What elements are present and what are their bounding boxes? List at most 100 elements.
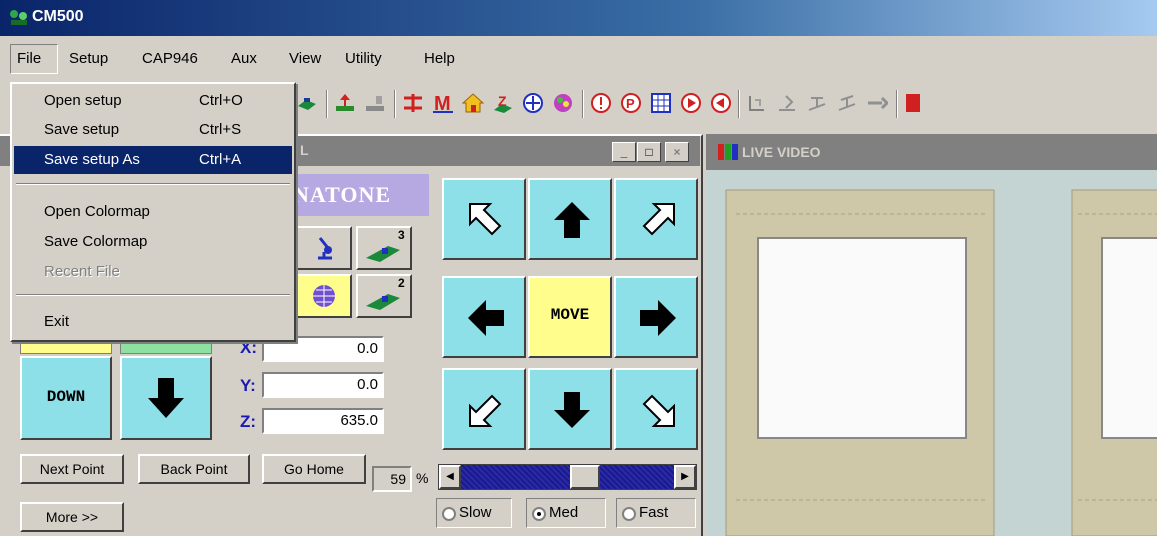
maximize-button[interactable]: □	[637, 142, 661, 162]
menu-separator	[16, 294, 290, 296]
menu-cap946[interactable]: CAP946	[142, 50, 198, 67]
stop-icon[interactable]	[902, 92, 924, 114]
microscope-icon	[318, 237, 332, 260]
tool-icon-3[interactable]	[836, 92, 858, 114]
percent-label: %	[416, 470, 429, 486]
speed-mode-group: Slow Med Fast	[436, 496, 698, 530]
speed-slider[interactable]: ◀ ▶	[438, 464, 697, 490]
alert-icon[interactable]	[590, 92, 612, 114]
globe-button[interactable]	[296, 274, 352, 318]
menu-utility[interactable]: Utility	[345, 50, 382, 67]
stage-badge: 2	[398, 276, 405, 290]
speed-percent-field[interactable]: 59	[372, 466, 412, 492]
z-down-button[interactable]: DOWN	[20, 356, 112, 440]
app-icon	[10, 10, 27, 25]
live-video-window: LIVE VIDEO	[706, 134, 1157, 536]
speed-med-radio[interactable]: Med	[526, 498, 606, 528]
z-axis-icon[interactable]: Z	[492, 92, 514, 114]
tool-icon-4[interactable]	[866, 92, 888, 114]
arrow-left-icon	[468, 300, 504, 336]
target-icon[interactable]	[522, 92, 544, 114]
menu-item-label: Exit	[44, 313, 70, 330]
move-down-left-button[interactable]	[442, 368, 526, 450]
camera-icon[interactable]	[296, 92, 318, 114]
video-icon	[718, 144, 738, 160]
slider-thumb[interactable]	[570, 465, 600, 489]
fast-radio-dot	[622, 507, 636, 521]
align-icon[interactable]	[402, 92, 424, 114]
menu-bar: File Setup CAP946 Aux View Utility Help	[0, 44, 1157, 74]
control-panel-title: L	[300, 142, 309, 158]
menu-setup[interactable]: Setup	[69, 50, 108, 67]
menu-item-shortcut: Ctrl+A	[199, 151, 242, 168]
menu-aux[interactable]: Aux	[231, 50, 257, 67]
menu-help[interactable]: Help	[424, 50, 455, 67]
menu-item-save-setup[interactable]: Save setup Ctrl+S	[14, 116, 292, 144]
measure-icon[interactable]: M	[432, 92, 454, 114]
video-feed[interactable]	[706, 170, 1157, 536]
arrow-down-right-icon	[642, 394, 675, 427]
menu-item-exit[interactable]: Exit	[14, 308, 292, 336]
toolbar-separator	[326, 90, 328, 118]
y-value[interactable]: 0.0	[262, 372, 384, 398]
colormap-icon[interactable]	[552, 92, 574, 114]
move-down-button[interactable]	[528, 368, 612, 450]
menu-item-save-setup-as[interactable]: Save setup As Ctrl+A	[14, 146, 292, 174]
menu-item-save-colormap[interactable]: Save Colormap	[14, 228, 292, 256]
arrow-up-icon	[554, 202, 590, 238]
menu-item-open-colormap[interactable]: Open Colormap	[14, 198, 292, 226]
arrow-down-icon	[148, 378, 184, 418]
menu-item-label: Save Colormap	[44, 233, 148, 250]
tool-icon-2[interactable]	[806, 92, 828, 114]
go-home-button[interactable]: Go Home	[262, 454, 366, 484]
tool-icon-1[interactable]	[776, 92, 798, 114]
grid-icon[interactable]	[650, 92, 672, 114]
z-value[interactable]: 635.0	[262, 408, 384, 434]
home-icon[interactable]	[462, 92, 484, 114]
speed-fast-radio[interactable]: Fast	[616, 498, 696, 528]
menu-item-label: Save setup As	[44, 151, 140, 168]
back-point-button[interactable]: Back Point	[138, 454, 250, 484]
point-icon[interactable]: P	[620, 92, 642, 114]
toolbar-separator	[738, 90, 740, 118]
arrow-down-icon	[554, 392, 590, 428]
toolbar-separator	[582, 90, 584, 118]
play-forward-icon[interactable]	[680, 92, 702, 114]
focus-down-button[interactable]	[120, 356, 212, 440]
svg-text:P: P	[626, 96, 635, 111]
next-point-button[interactable]: Next Point	[20, 454, 124, 484]
focus-strip[interactable]	[120, 342, 212, 354]
minimize-button[interactable]: _	[612, 142, 636, 162]
unload-icon[interactable]	[364, 92, 386, 114]
more-button[interactable]: More >>	[20, 502, 124, 532]
microscope-button[interactable]	[296, 226, 352, 270]
menu-item-shortcut: Ctrl+S	[199, 121, 242, 138]
toolbar-separator	[394, 90, 396, 118]
toolbar-separator	[896, 90, 898, 118]
move-center-button[interactable]: MOVE	[528, 276, 612, 358]
menu-view[interactable]: View	[289, 50, 321, 67]
title-bar: CM500	[0, 0, 1157, 36]
stage-3-button[interactable]: 3	[356, 226, 412, 270]
move-up-left-button[interactable]	[442, 178, 526, 260]
stage-2-button[interactable]: 2	[356, 274, 412, 318]
move-up-button[interactable]	[528, 178, 612, 260]
scroll-right-button[interactable]: ▶	[674, 465, 696, 489]
move-up-right-button[interactable]	[614, 178, 698, 260]
close-button[interactable]: ×	[665, 142, 689, 162]
move-right-button[interactable]	[614, 276, 698, 358]
speed-slow-radio[interactable]: Slow	[436, 498, 512, 528]
menu-item-open-setup[interactable]: Open setup Ctrl+O	[14, 87, 292, 115]
z-label: Z:	[240, 412, 257, 431]
load-icon[interactable]	[334, 92, 356, 114]
down-label: DOWN	[46, 388, 86, 406]
move-down-right-button[interactable]	[614, 368, 698, 450]
scroll-left-button[interactable]: ◀	[439, 465, 461, 489]
z-up-strip[interactable]	[20, 342, 112, 354]
file-menu-dropdown: Open setup Ctrl+O Save setup Ctrl+S Save…	[10, 82, 296, 342]
menu-item-shortcut: Ctrl+O	[199, 92, 243, 109]
play-back-icon[interactable]	[710, 92, 732, 114]
arrow-down-left-icon	[469, 394, 502, 427]
move-left-button[interactable]	[442, 276, 526, 358]
probe-icon[interactable]	[746, 92, 768, 114]
